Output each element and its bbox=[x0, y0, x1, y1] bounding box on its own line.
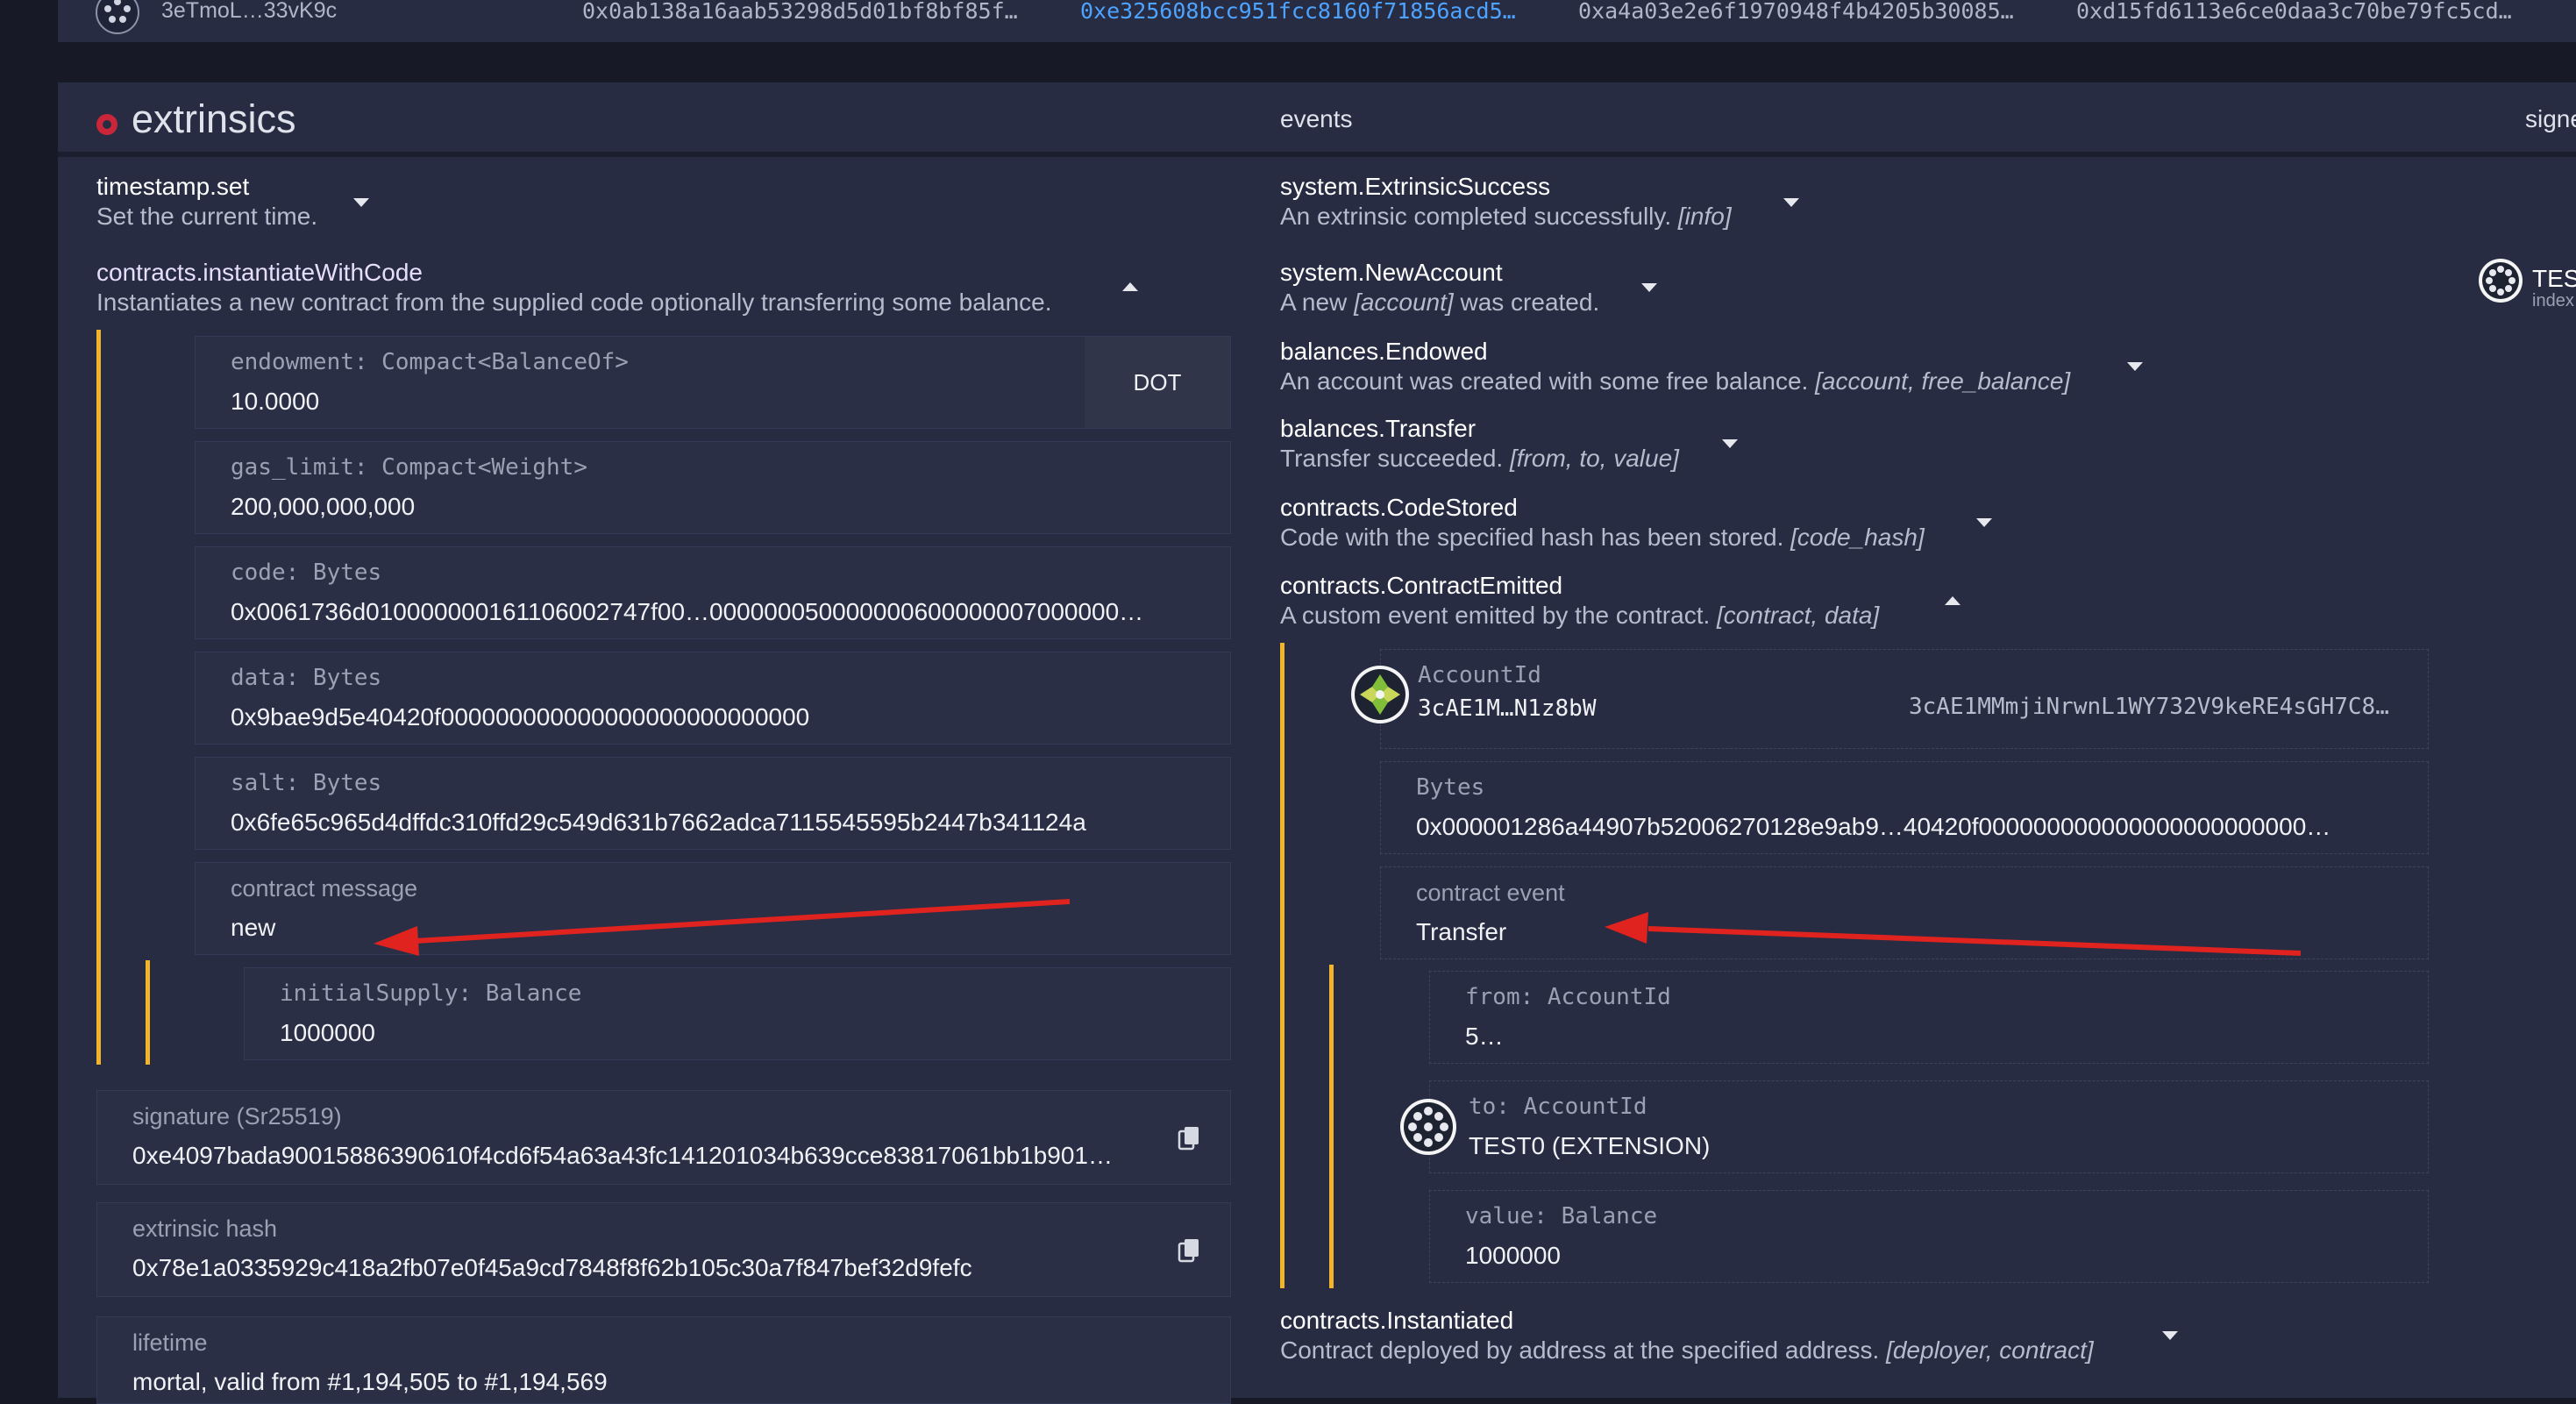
annotation-arrows bbox=[374, 899, 2302, 956]
arrow-to-contract-message bbox=[374, 899, 1071, 956]
arrow-to-contract-event bbox=[1605, 912, 2302, 956]
